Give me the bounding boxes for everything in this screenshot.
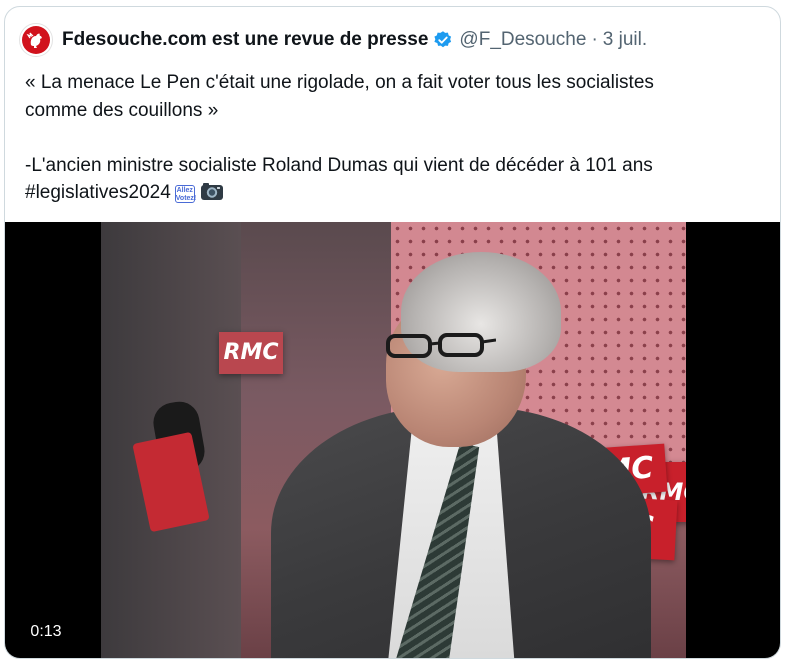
tweet-date[interactable]: 3 juil. — [603, 29, 647, 51]
handle[interactable]: @F_Desouche — [459, 29, 586, 51]
tweet-text-line: comme des couillons » — [25, 99, 219, 121]
tweet-card[interactable]: Fdesouche.com est une revue de presse @F… — [4, 6, 781, 659]
tweet-text: « La menace Le Pen c'était une rigolade,… — [25, 69, 765, 210]
video-timestamp: 0:13 — [17, 616, 75, 648]
glasses — [386, 333, 496, 358]
separator-dot: · — [591, 29, 598, 50]
tweet-header: Fdesouche.com est une revue de presse @F… — [19, 21, 766, 59]
video-player[interactable]: RMC RMC RMC RMC 0:13 — [5, 222, 780, 658]
interviewee — [211, 242, 651, 658]
camera-emoji-icon — [200, 181, 224, 210]
verified-badge-icon — [433, 30, 453, 50]
tweet-text-line: -L'ancien ministre socialiste Roland Dum… — [25, 154, 653, 176]
display-name[interactable]: Fdesouche.com est une revue de presse — [62, 29, 428, 51]
rooster-icon — [22, 26, 50, 54]
hashtag-link[interactable]: #legislatives2024 — [25, 182, 171, 203]
avatar[interactable] — [19, 23, 53, 57]
tweet-text-line: « La menace Le Pen c'était une rigolade,… — [25, 72, 654, 93]
video-frame: RMC RMC RMC RMC — [101, 222, 686, 658]
hashtag-line: #legislatives2024 Allez Votez! — [25, 179, 765, 210]
vote-emoji-icon: Allez Votez! — [174, 185, 197, 203]
